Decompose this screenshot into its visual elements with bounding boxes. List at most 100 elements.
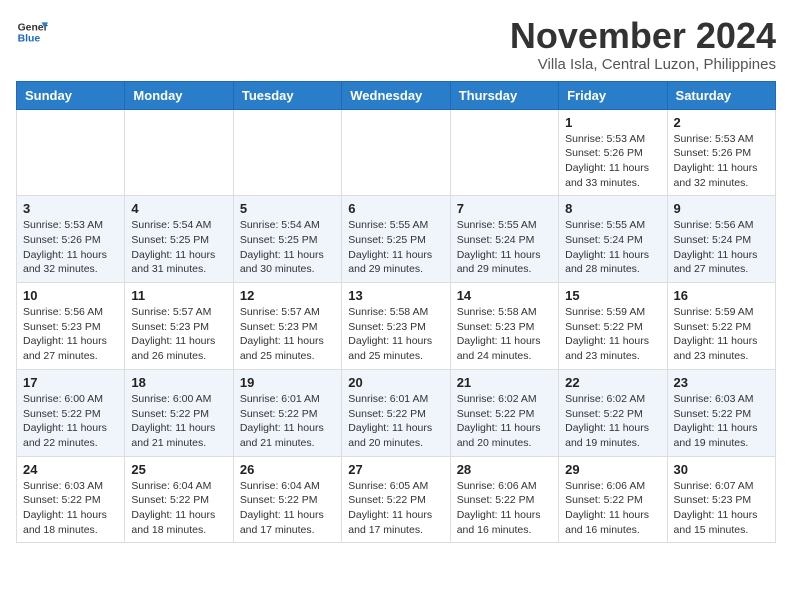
day-info: Sunrise: 5:58 AM Sunset: 5:23 PM Dayligh… [348,305,443,364]
weekday-header-tuesday: Tuesday [233,81,341,109]
day-info: Sunrise: 5:57 AM Sunset: 5:23 PM Dayligh… [131,305,226,364]
calendar-table: SundayMondayTuesdayWednesdayThursdayFrid… [16,81,776,544]
calendar-week-2: 3 Sunrise: 5:53 AM Sunset: 5:26 PM Daylig… [17,196,776,283]
day-info: Sunrise: 6:00 AM Sunset: 5:22 PM Dayligh… [23,392,118,451]
day-info: Sunrise: 5:55 AM Sunset: 5:25 PM Dayligh… [348,218,443,277]
calendar-cell: 10 Sunrise: 5:56 AM Sunset: 5:23 PM Dayli… [17,283,125,370]
day-info: Sunrise: 5:55 AM Sunset: 5:24 PM Dayligh… [565,218,660,277]
calendar-cell: 27 Sunrise: 6:05 AM Sunset: 5:22 PM Dayli… [342,456,450,543]
day-number: 27 [348,462,443,477]
day-number: 13 [348,288,443,303]
calendar-cell: 14 Sunrise: 5:58 AM Sunset: 5:23 PM Dayli… [450,283,558,370]
day-info: Sunrise: 5:54 AM Sunset: 5:25 PM Dayligh… [131,218,226,277]
day-number: 29 [565,462,660,477]
calendar-week-5: 24 Sunrise: 6:03 AM Sunset: 5:22 PM Dayli… [17,456,776,543]
calendar-cell [17,109,125,196]
day-info: Sunrise: 5:54 AM Sunset: 5:25 PM Dayligh… [240,218,335,277]
weekday-header-monday: Monday [125,81,233,109]
day-info: Sunrise: 6:00 AM Sunset: 5:22 PM Dayligh… [131,392,226,451]
calendar-cell: 28 Sunrise: 6:06 AM Sunset: 5:22 PM Dayli… [450,456,558,543]
day-info: Sunrise: 6:07 AM Sunset: 5:23 PM Dayligh… [674,479,769,538]
calendar-cell: 12Sunrise: 5:57 AM Sunset: 5:23 PM Dayli… [233,283,341,370]
day-number: 7 [457,201,552,216]
day-info: Sunrise: 6:04 AM Sunset: 5:22 PM Dayligh… [131,479,226,538]
day-info: Sunrise: 6:03 AM Sunset: 5:22 PM Dayligh… [674,392,769,451]
calendar-cell: 21 Sunrise: 6:02 AM Sunset: 5:22 PM Dayli… [450,369,558,456]
day-number: 18 [131,375,226,390]
calendar-cell: 5 Sunrise: 5:54 AM Sunset: 5:25 PM Daylig… [233,196,341,283]
calendar-cell: 15 Sunrise: 5:59 AM Sunset: 5:22 PM Dayli… [559,283,667,370]
calendar-cell: 23 Sunrise: 6:03 AM Sunset: 5:22 PM Dayli… [667,369,775,456]
title-section: November 2024 Villa Isla, Central Luzon,… [510,16,776,73]
day-info: Sunrise: 6:01 AM Sunset: 5:22 PM Dayligh… [348,392,443,451]
day-info: Sunrise: 6:06 AM Sunset: 5:22 PM Dayligh… [565,479,660,538]
day-info: Sunrise: 6:02 AM Sunset: 5:22 PM Dayligh… [565,392,660,451]
logo-icon: General Blue [16,16,48,48]
day-info: Sunrise: 6:03 AM Sunset: 5:22 PM Dayligh… [23,479,118,538]
day-number: 6 [348,201,443,216]
day-info: Sunrise: 5:58 AM Sunset: 5:23 PM Dayligh… [457,305,552,364]
day-info: Sunrise: 6:04 AM Sunset: 5:22 PM Dayligh… [240,479,335,538]
day-info: Sunrise: 5:59 AM Sunset: 5:22 PM Dayligh… [565,305,660,364]
calendar-week-4: 17 Sunrise: 6:00 AM Sunset: 5:22 PM Dayli… [17,369,776,456]
calendar-body: 1 Sunrise: 5:53 AM Sunset: 5:26 PM Daylig… [17,109,776,543]
calendar-cell: 6 Sunrise: 5:55 AM Sunset: 5:25 PM Daylig… [342,196,450,283]
page-header: General Blue November 2024 Villa Isla, C… [16,16,776,73]
day-number: 28 [457,462,552,477]
month-title: November 2024 [510,16,776,56]
calendar-cell: 7Sunrise: 5:55 AM Sunset: 5:24 PM Daylig… [450,196,558,283]
svg-text:Blue: Blue [18,34,41,45]
day-number: 3 [23,201,118,216]
calendar-cell: 29 Sunrise: 6:06 AM Sunset: 5:22 PM Dayli… [559,456,667,543]
day-number: 5 [240,201,335,216]
calendar-cell: 18 Sunrise: 6:00 AM Sunset: 5:22 PM Dayli… [125,369,233,456]
day-info: Sunrise: 5:57 AM Sunset: 5:23 PM Dayligh… [240,305,335,364]
day-info: Sunrise: 6:05 AM Sunset: 5:22 PM Dayligh… [348,479,443,538]
weekday-header-thursday: Thursday [450,81,558,109]
day-number: 22 [565,375,660,390]
weekday-header-sunday: Sunday [17,81,125,109]
calendar-cell: 30 Sunrise: 6:07 AM Sunset: 5:23 PM Dayli… [667,456,775,543]
weekday-header-saturday: Saturday [667,81,775,109]
day-number: 16 [674,288,769,303]
weekday-header-row: SundayMondayTuesdayWednesdayThursdayFrid… [17,81,776,109]
day-info: Sunrise: 5:53 AM Sunset: 5:26 PM Dayligh… [674,132,769,191]
day-info: Sunrise: 5:53 AM Sunset: 5:26 PM Dayligh… [565,132,660,191]
day-number: 24 [23,462,118,477]
day-number: 17 [23,375,118,390]
day-number: 26 [240,462,335,477]
calendar-week-1: 1 Sunrise: 5:53 AM Sunset: 5:26 PM Daylig… [17,109,776,196]
day-number: 21 [457,375,552,390]
day-number: 4 [131,201,226,216]
day-number: 30 [674,462,769,477]
day-number: 10 [23,288,118,303]
day-number: 15 [565,288,660,303]
calendar-cell: 16Sunrise: 5:59 AM Sunset: 5:22 PM Dayli… [667,283,775,370]
day-number: 2 [674,115,769,130]
day-number: 19 [240,375,335,390]
calendar-cell: 24 Sunrise: 6:03 AM Sunset: 5:22 PM Dayli… [17,456,125,543]
day-number: 1 [565,115,660,130]
calendar-cell: 26 Sunrise: 6:04 AM Sunset: 5:22 PM Dayli… [233,456,341,543]
day-number: 23 [674,375,769,390]
calendar-cell: 8Sunrise: 5:55 AM Sunset: 5:24 PM Daylig… [559,196,667,283]
day-info: Sunrise: 5:56 AM Sunset: 5:24 PM Dayligh… [674,218,769,277]
calendar-cell: 13 Sunrise: 5:58 AM Sunset: 5:23 PM Dayli… [342,283,450,370]
calendar-cell [342,109,450,196]
day-number: 14 [457,288,552,303]
day-info: Sunrise: 6:06 AM Sunset: 5:22 PM Dayligh… [457,479,552,538]
day-info: Sunrise: 5:53 AM Sunset: 5:26 PM Dayligh… [23,218,118,277]
calendar-week-3: 10 Sunrise: 5:56 AM Sunset: 5:23 PM Dayli… [17,283,776,370]
day-number: 9 [674,201,769,216]
day-info: Sunrise: 5:56 AM Sunset: 5:23 PM Dayligh… [23,305,118,364]
calendar-cell [233,109,341,196]
location: Villa Isla, Central Luzon, Philippines [510,56,776,73]
day-number: 25 [131,462,226,477]
calendar-cell: 9 Sunrise: 5:56 AM Sunset: 5:24 PM Daylig… [667,196,775,283]
calendar-cell [450,109,558,196]
calendar-cell: 4 Sunrise: 5:54 AM Sunset: 5:25 PM Daylig… [125,196,233,283]
calendar-cell: 19 Sunrise: 6:01 AM Sunset: 5:22 PM Dayli… [233,369,341,456]
day-info: Sunrise: 6:01 AM Sunset: 5:22 PM Dayligh… [240,392,335,451]
calendar-cell: 17 Sunrise: 6:00 AM Sunset: 5:22 PM Dayli… [17,369,125,456]
day-info: Sunrise: 6:02 AM Sunset: 5:22 PM Dayligh… [457,392,552,451]
